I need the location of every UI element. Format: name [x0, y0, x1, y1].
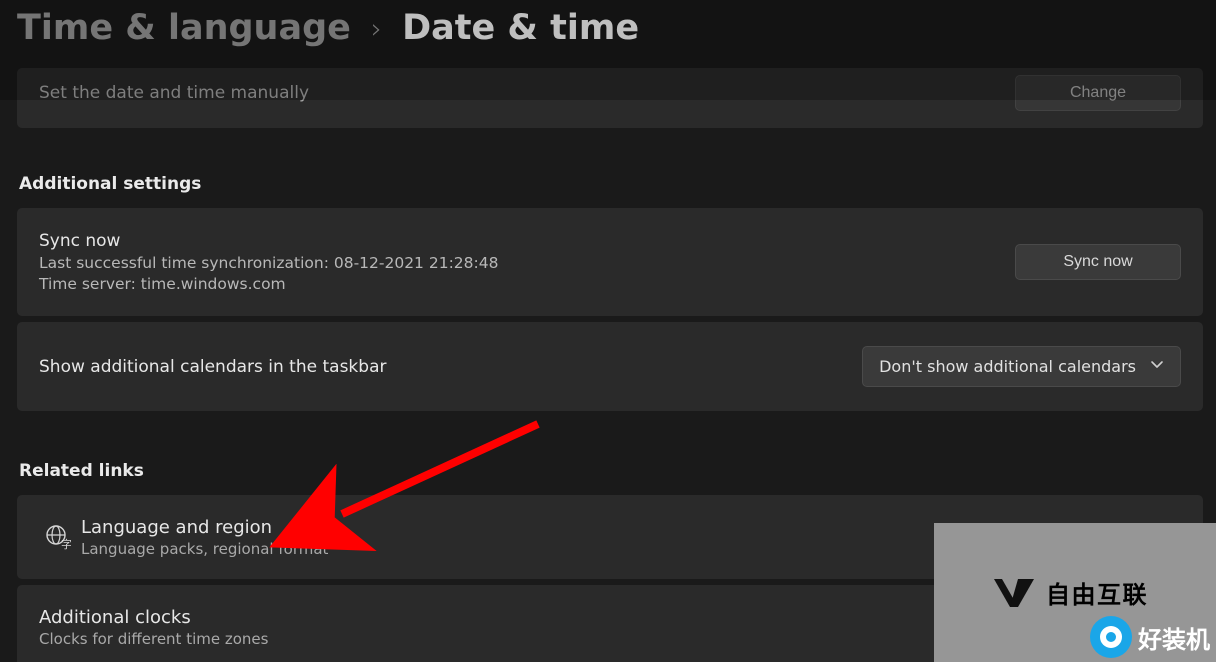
set-date-time-manually-label: Set the date and time manually [39, 83, 309, 103]
breadcrumb-parent[interactable]: Time & language [17, 8, 351, 48]
svg-text:字: 字 [61, 537, 71, 550]
watermark-2: 好装机 [1090, 616, 1210, 658]
additional-settings-heading: Additional settings [19, 174, 1199, 194]
additional-calendars-value: Don't show additional calendars [879, 357, 1136, 376]
language-region-icon: 字 [35, 524, 81, 550]
sync-time-server: Time server: time.windows.com [39, 275, 498, 293]
watermark-2-text: 好装机 [1138, 620, 1210, 655]
breadcrumb: Time & language › Date & time [17, 0, 1199, 68]
related-links-heading: Related links [19, 461, 1199, 481]
breadcrumb-current: Date & time [402, 8, 639, 48]
sync-last-success: Last successful time synchronization: 08… [39, 254, 498, 272]
chevron-down-icon [1150, 358, 1164, 376]
chevron-right-icon: › [371, 12, 382, 45]
additional-calendars-dropdown[interactable]: Don't show additional calendars [862, 346, 1181, 387]
sync-now-title: Sync now [39, 231, 498, 251]
watermark-2-icon [1090, 616, 1132, 658]
sync-now-card: Sync now Last successful time synchroniz… [17, 208, 1203, 316]
change-button[interactable]: Change [1015, 75, 1181, 111]
additional-calendars-card: Show additional calendars in the taskbar… [17, 322, 1203, 411]
watermark-1-text: 自由互联 [1046, 575, 1148, 610]
sync-now-button[interactable]: Sync now [1015, 244, 1181, 280]
additional-calendars-label: Show additional calendars in the taskbar [39, 357, 386, 377]
set-date-time-manually-row: Set the date and time manually Change [17, 68, 1203, 128]
watermark-x-icon [992, 575, 1036, 611]
